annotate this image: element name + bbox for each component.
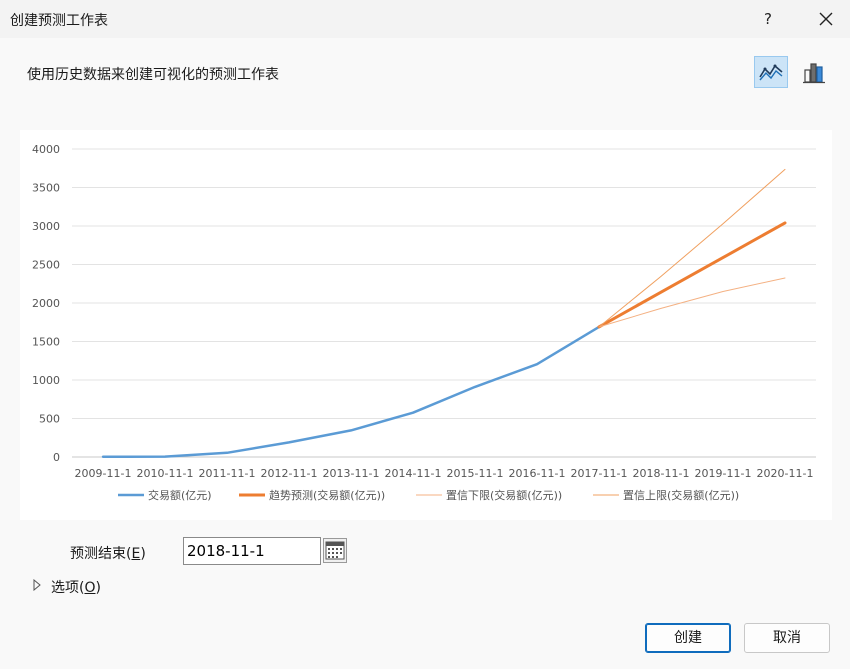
y-tick-label: 1000 xyxy=(32,374,60,387)
cancel-button[interactable]: 取消 xyxy=(744,623,830,653)
y-tick-label: 3000 xyxy=(32,220,60,233)
close-button[interactable] xyxy=(812,6,840,32)
dialog-title: 创建预测工作表 xyxy=(10,13,108,29)
help-button[interactable]: ? xyxy=(754,6,782,32)
forecast-chart: 0 500 1000 1500 2000 2500 3000 3500 4000 2009-11-… xyxy=(20,130,832,520)
y-tick-label: 4000 xyxy=(32,143,60,156)
create-button[interactable]: 创建 xyxy=(645,623,731,653)
chevron-right-icon xyxy=(33,578,41,592)
x-tick-label: 2012-11-1 xyxy=(261,467,318,480)
forecast-end-date-input[interactable] xyxy=(183,537,321,565)
legend-label: 置信下限(交易额(亿元)) xyxy=(446,488,562,502)
x-tick-label: 2009-11-1 xyxy=(75,467,132,480)
forecast-end-label-text: 预测结束( xyxy=(70,546,132,562)
forecast-end-label: 预测结束(E) xyxy=(70,543,146,563)
x-tick-label: 2015-11-1 xyxy=(447,467,504,480)
options-expand-toggle[interactable] xyxy=(32,578,42,594)
line-chart-icon xyxy=(759,64,783,81)
x-tick-label: 2010-11-1 xyxy=(137,467,194,480)
y-tick-label: 2000 xyxy=(32,297,60,310)
series-line-2 xyxy=(598,277,786,328)
forecast-end-label-close: ) xyxy=(140,546,146,562)
y-tick-label: 0 xyxy=(53,451,60,464)
x-tick-label: 2013-11-1 xyxy=(323,467,380,480)
series-line-1 xyxy=(597,221,787,329)
x-tick-label: 2017-11-1 xyxy=(571,467,628,480)
calendar-picker-button[interactable] xyxy=(323,538,347,563)
legend-label: 交易额(亿元) xyxy=(148,488,212,502)
options-label-close: ) xyxy=(95,580,101,596)
line-chart-type-button[interactable] xyxy=(754,56,788,88)
y-tick-label: 1500 xyxy=(32,336,60,349)
column-chart-type-button[interactable] xyxy=(798,56,830,88)
legend-label: 置信上限(交易额(亿元)) xyxy=(623,488,739,502)
options-access-key: O xyxy=(84,580,96,596)
x-tick-label: 2019-11-1 xyxy=(695,467,752,480)
legend-label: 趋势预测(交易额(亿元)) xyxy=(269,488,385,502)
options-label[interactable]: 选项(O) xyxy=(51,577,101,597)
column-chart-icon xyxy=(803,63,825,84)
series-line-0 xyxy=(101,325,601,459)
x-tick-label: 2018-11-1 xyxy=(633,467,690,480)
forecast-line-chart: 0 500 1000 1500 2000 2500 3000 3500 4000 2009-11-… xyxy=(32,143,816,502)
x-tick-label: 2016-11-1 xyxy=(509,467,566,480)
calendar-icon xyxy=(325,541,345,560)
options-label-text: 选项( xyxy=(51,580,85,596)
y-tick-label: 3500 xyxy=(32,182,60,195)
forecast-end-access-key: E xyxy=(131,546,141,562)
y-tick-label: 2500 xyxy=(32,259,60,272)
title-bar: 创建预测工作表 ? xyxy=(0,0,850,38)
y-tick-label: 500 xyxy=(39,413,60,426)
x-tick-label: 2014-11-1 xyxy=(385,467,442,480)
dialog-description: 使用历史数据来创建可视化的预测工作表 xyxy=(27,67,279,83)
close-icon xyxy=(819,12,833,26)
create-forecast-dialog: 创建预测工作表 ? 使用历史数据来创建可视化的预测工作表 0 500 1000 150… xyxy=(0,0,850,669)
x-tick-label: 2020-11-1 xyxy=(757,467,814,480)
x-tick-label: 2011-11-1 xyxy=(199,467,256,480)
